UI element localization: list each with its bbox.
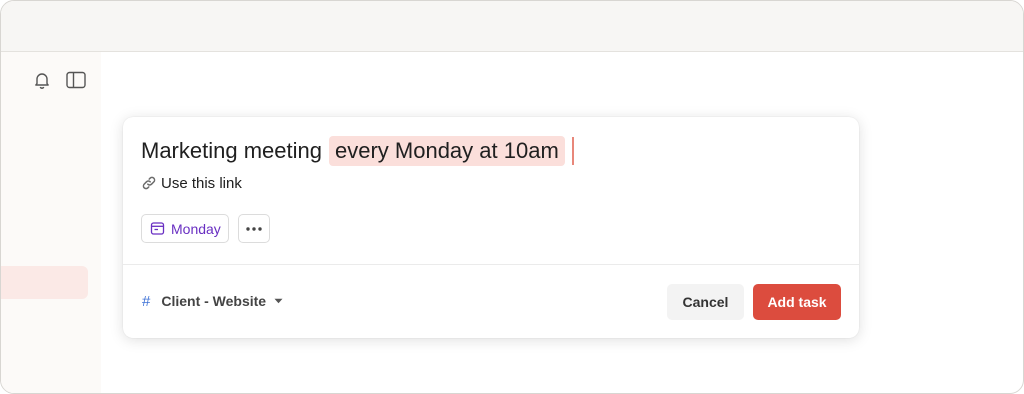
text-cursor: [571, 137, 574, 165]
sidebar-item-selected[interactable]: [1, 266, 88, 299]
quick-add-dialog: Marketing meeting every Monday at 10am U…: [123, 117, 859, 338]
hash-icon: #: [142, 292, 151, 310]
task-description-input[interactable]: Use this link: [141, 173, 242, 193]
window-titlebar: [1, 1, 1023, 52]
sidebar-toggle-icon[interactable]: [65, 70, 87, 90]
cancel-button[interactable]: Cancel: [667, 284, 744, 320]
project-label: Client - Website: [161, 293, 267, 309]
link-icon: [141, 175, 157, 191]
task-name-input[interactable]: Marketing meeting every Monday at 10am: [141, 135, 841, 167]
app-window: Marketing meeting every Monday at 10am U…: [0, 0, 1024, 394]
recurrence-highlight: every Monday at 10am: [328, 136, 565, 166]
add-task-button[interactable]: Add task: [753, 284, 841, 320]
sidebar: [1, 52, 101, 393]
calendar-icon: [150, 222, 165, 235]
dialog-divider: [123, 264, 859, 265]
bell-icon[interactable]: [32, 70, 52, 90]
task-description-text: Use this link: [161, 174, 242, 192]
more-options-button[interactable]: [237, 214, 270, 243]
chevron-down-icon: [274, 298, 283, 304]
more-icon: [246, 226, 262, 231]
due-date-label: Monday: [171, 220, 221, 237]
due-date-button[interactable]: Monday: [141, 214, 229, 243]
task-name-text: Marketing meeting: [141, 138, 322, 163]
project-selector[interactable]: # Client - Website: [142, 291, 283, 311]
task-attributes: Monday: [141, 214, 270, 243]
